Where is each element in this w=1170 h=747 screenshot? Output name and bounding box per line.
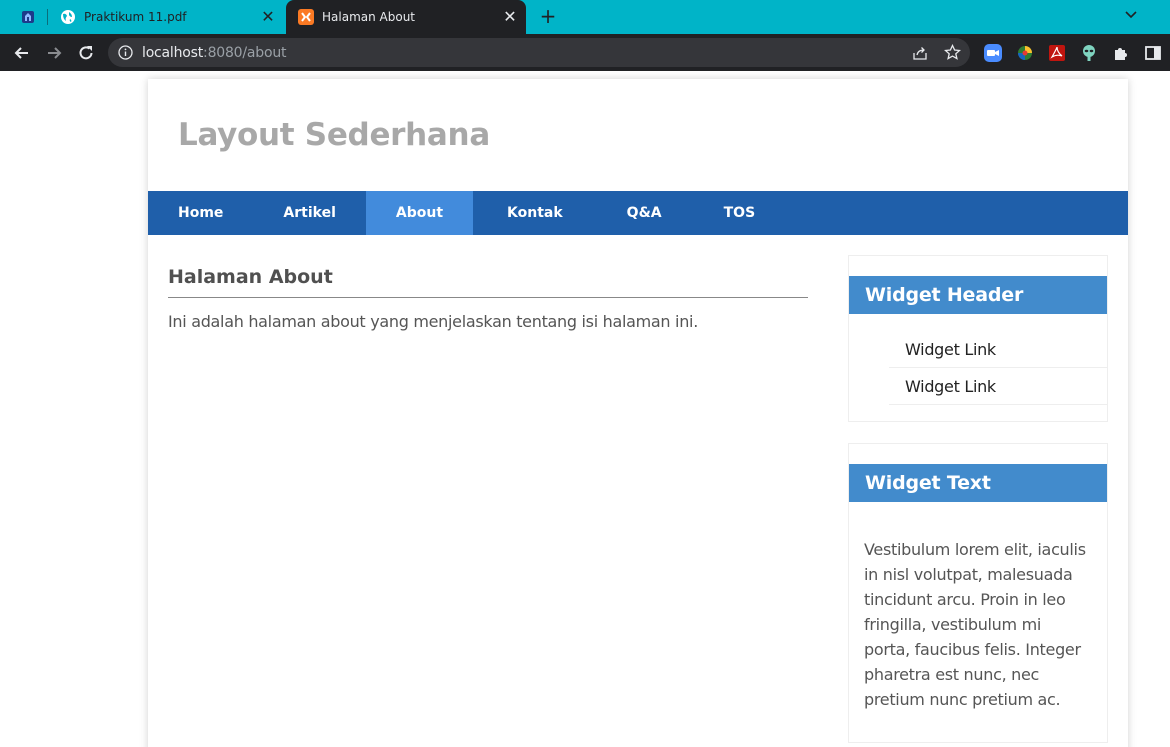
tab-title: Halaman About bbox=[322, 10, 416, 24]
close-icon[interactable]: ✕ bbox=[260, 9, 276, 25]
page-heading: Halaman About bbox=[168, 266, 333, 288]
tab-title: Praktikum 11.pdf bbox=[84, 10, 187, 24]
puzzle-icon[interactable] bbox=[1112, 44, 1130, 62]
nav-about[interactable]: About bbox=[365, 191, 474, 235]
widget-text-box: Widget Text Vestibulum lorem elit, iacul… bbox=[848, 443, 1108, 743]
widget-text-body: Vestibulum lorem elit, iaculis in nisl v… bbox=[864, 540, 1086, 709]
address-bar[interactable]: localhost:8080/about bbox=[108, 38, 970, 67]
zoom-extension-icon[interactable] bbox=[984, 44, 1002, 62]
url-text[interactable]: localhost:8080/about bbox=[142, 45, 287, 61]
widget-header-title: Widget Header bbox=[849, 276, 1107, 314]
share-icon[interactable] bbox=[912, 45, 928, 61]
reload-icon[interactable] bbox=[76, 43, 96, 63]
widget-text-title: Widget Text bbox=[849, 464, 1107, 502]
back-icon[interactable] bbox=[12, 43, 32, 63]
tab-halaman-about[interactable]: Halaman About ✕ bbox=[286, 0, 526, 34]
star-icon[interactable] bbox=[944, 44, 961, 61]
browser-tab-strip: Praktikum 11.pdf ✕ Halaman About ✕ + bbox=[0, 0, 1170, 34]
heading-divider bbox=[168, 297, 808, 298]
tab-praktikum-pdf[interactable]: Praktikum 11.pdf ✕ bbox=[48, 0, 284, 34]
site-container: Layout Sederhana Home Artikel About Kont… bbox=[148, 79, 1128, 747]
url-path: :8080/about bbox=[203, 45, 287, 61]
globe-icon bbox=[61, 10, 75, 24]
main-nav: Home Artikel About Kontak Q&A TOS bbox=[148, 191, 1128, 235]
site-title: Layout Sederhana bbox=[178, 117, 490, 153]
page-body-text: Ini adalah halaman about yang menjelaska… bbox=[168, 312, 698, 331]
url-host: localhost bbox=[142, 45, 204, 61]
alien-extension-icon[interactable] bbox=[1080, 44, 1098, 62]
widget-links-box: Widget Header Widget Link Widget Link bbox=[848, 255, 1108, 422]
info-icon[interactable] bbox=[118, 45, 133, 60]
nav-kontak[interactable]: Kontak bbox=[473, 191, 595, 235]
nav-qa[interactable]: Q&A bbox=[595, 191, 694, 235]
browser-toolbar: localhost:8080/about bbox=[0, 34, 1170, 71]
tab-search-icon[interactable] bbox=[1122, 6, 1140, 24]
nav-home[interactable]: Home bbox=[148, 191, 253, 235]
main-content: Halaman About Ini adalah halaman about y… bbox=[168, 265, 808, 331]
xampp-icon bbox=[298, 9, 314, 25]
widget-link[interactable]: Widget Link bbox=[889, 368, 1107, 405]
nav-artikel[interactable]: Artikel bbox=[253, 191, 365, 235]
widget-link-list: Widget Link Widget Link bbox=[889, 331, 1107, 405]
nav-tos[interactable]: TOS bbox=[694, 191, 786, 235]
pinned-tab[interactable] bbox=[8, 4, 48, 30]
pdf-extension-icon[interactable] bbox=[1048, 44, 1066, 62]
close-icon[interactable]: ✕ bbox=[502, 9, 518, 25]
side-panel-icon[interactable] bbox=[1144, 44, 1162, 62]
site-header: Layout Sederhana bbox=[148, 79, 1128, 191]
colorful-extension-icon[interactable] bbox=[1016, 44, 1034, 62]
page-viewport: Layout Sederhana Home Artikel About Kont… bbox=[0, 71, 1170, 747]
pinned-site-icon bbox=[22, 11, 34, 23]
forward-icon[interactable] bbox=[44, 43, 64, 63]
new-tab-icon[interactable]: + bbox=[538, 6, 558, 26]
widget-link[interactable]: Widget Link bbox=[889, 331, 1107, 368]
